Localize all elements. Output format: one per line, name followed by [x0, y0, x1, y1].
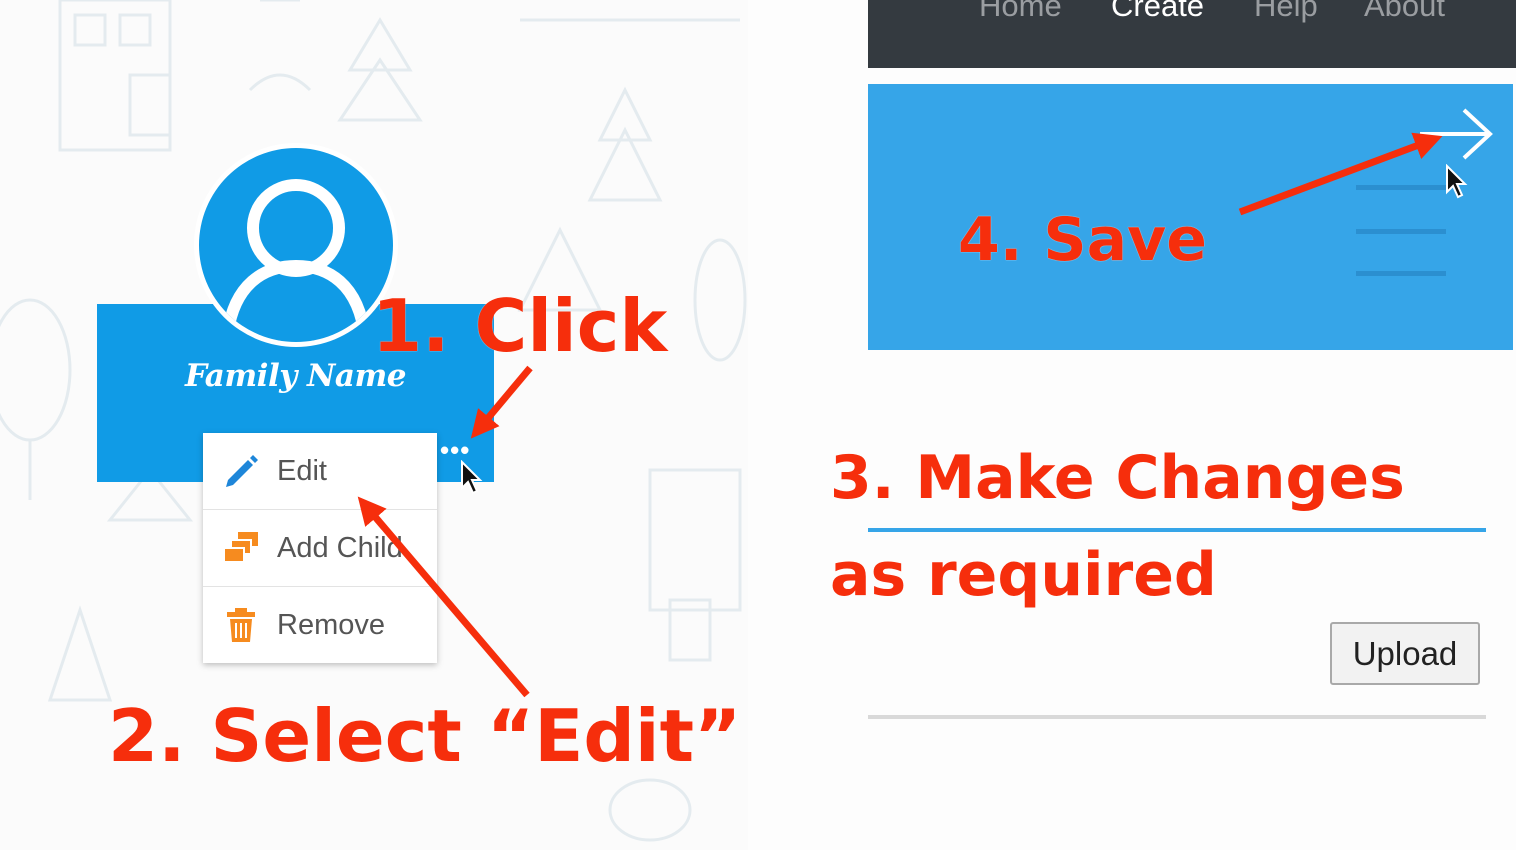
divider [868, 715, 1486, 719]
hamburger-icon-line [1356, 271, 1446, 276]
annotation-step-4: 4. Save [958, 205, 1207, 275]
menu-item-edit[interactable]: Edit [203, 433, 437, 510]
nav-link-help[interactable]: Help [1254, 0, 1318, 26]
user-avatar-icon [221, 179, 371, 339]
trash-icon [221, 605, 261, 645]
text-input-underline[interactable] [868, 528, 1486, 532]
annotation-step-1: 1. Click [372, 284, 668, 368]
menu-item-remove[interactable]: Remove [203, 587, 437, 663]
nav-link-create[interactable]: Create [1111, 0, 1204, 26]
nav-link-home[interactable]: Home [979, 0, 1062, 26]
annotation-step-3: 3. Make Changes [830, 443, 1405, 513]
annotation-step-3-continued: as required [830, 540, 1217, 610]
annotation-step-2: 2. Select “Edit” [108, 694, 742, 778]
menu-item-label: Add Child [277, 531, 403, 564]
nav-link-about[interactable]: About [1364, 0, 1445, 26]
menu-item-label: Remove [277, 608, 385, 641]
hamburger-icon-line [1356, 229, 1446, 234]
stacked-cards-icon [221, 528, 261, 568]
mouse-cursor-icon [461, 460, 483, 495]
upload-button[interactable]: Upload [1330, 622, 1480, 685]
node-context-menu: Edit Add Child Remove [203, 433, 437, 663]
menu-item-add-child[interactable]: Add Child [203, 510, 437, 587]
pencil-icon [221, 451, 261, 491]
mouse-cursor-icon [1446, 164, 1468, 199]
menu-item-label: Edit [277, 454, 327, 487]
top-navbar: Home Create Help About [868, 0, 1516, 68]
avatar [194, 143, 398, 347]
arrow-right-icon[interactable] [1418, 108, 1494, 160]
hamburger-icon[interactable] [1356, 185, 1446, 190]
